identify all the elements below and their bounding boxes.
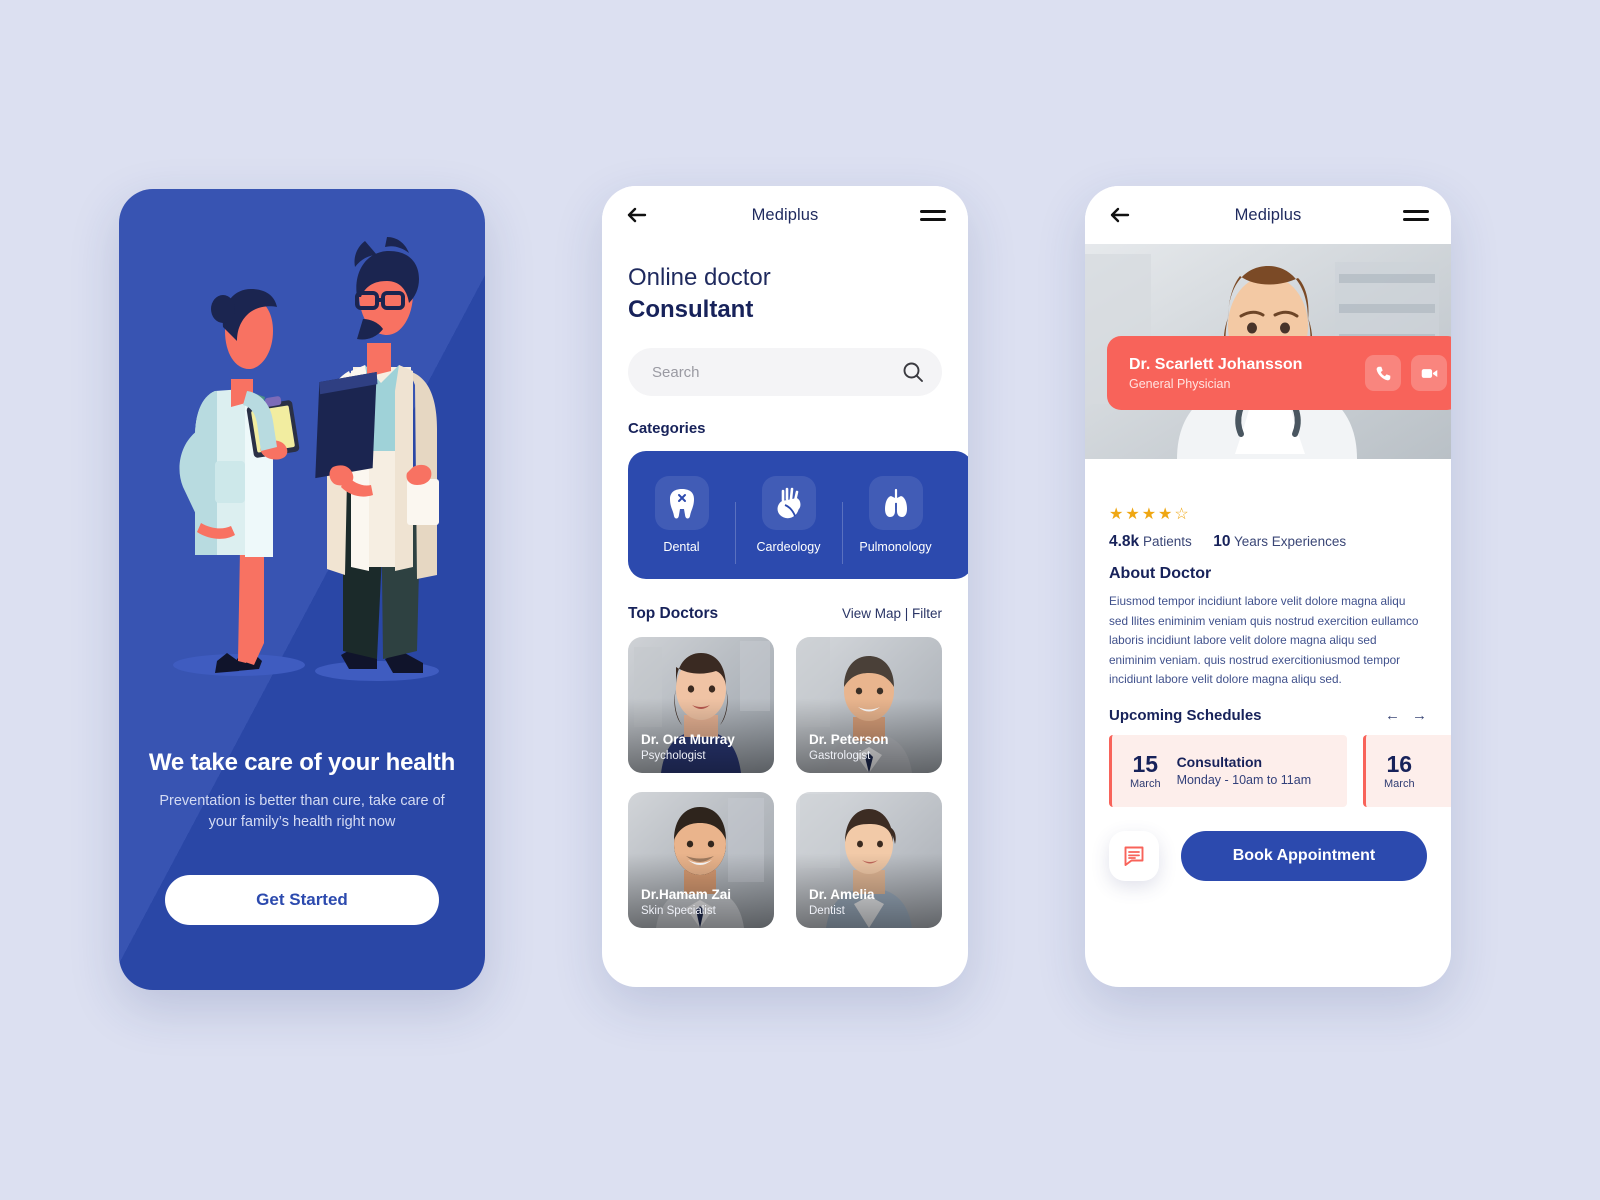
schedule-day: 16 bbox=[1386, 750, 1413, 777]
category-label: Cardeology bbox=[756, 540, 821, 554]
phone-icon bbox=[1376, 366, 1390, 380]
top-doctors-header: Top Doctors View Map | Filter bbox=[628, 605, 942, 623]
doctor-name: Dr.Hamam Zai bbox=[641, 887, 732, 902]
top-doctors-title: Top Doctors bbox=[628, 605, 719, 622]
schedule-date: 15 March bbox=[1130, 752, 1161, 790]
doctor-stats: 4.8k Patients 10 Years Experiences bbox=[1109, 533, 1427, 551]
hamburger-icon[interactable] bbox=[1403, 205, 1429, 226]
doctor-role: Skin Specialist bbox=[641, 905, 716, 917]
search-bar[interactable] bbox=[628, 348, 942, 396]
schedule-card[interactable]: 15 March Consultation Monday - 10am to 1… bbox=[1109, 734, 1347, 807]
category-dental[interactable]: Dental bbox=[628, 476, 735, 554]
star-filled: ★ bbox=[1141, 506, 1157, 523]
doctor-detail-screen: Mediplus Dr. Scarlett Johansson General … bbox=[1085, 186, 1451, 987]
doctor-grid: Dr. Ora Murray Psychologist Dr. Peterson… bbox=[628, 637, 942, 928]
rating-stars: ★ ★ ★ ★ ☆ bbox=[1109, 507, 1427, 523]
app-title: Mediplus bbox=[1234, 205, 1302, 224]
chat-button[interactable] bbox=[1109, 830, 1159, 881]
star-filled: ★ bbox=[1125, 506, 1140, 523]
schedule-time: Monday - 10am to 11am bbox=[1176, 773, 1312, 787]
doctor-name: Dr. Ora Murray bbox=[641, 732, 735, 747]
doctor-card[interactable]: Dr. Ora Murray Psychologist bbox=[628, 637, 774, 773]
schedule-details: Consultation Monday - 10am to 11am bbox=[1177, 754, 1312, 787]
detail-content: ★ ★ ★ ★ ☆ 4.8k Patients 10 Years Experie… bbox=[1085, 459, 1451, 881]
doctor-info: Dr. Amelia Dentist bbox=[809, 887, 875, 917]
get-started-button[interactable]: Get Started bbox=[165, 875, 439, 925]
about-doctor-title: About Doctor bbox=[1109, 565, 1212, 582]
schedule-day: 15 bbox=[1132, 750, 1159, 777]
search-icon[interactable] bbox=[902, 361, 924, 383]
doctor-role: Gastrologist bbox=[809, 750, 871, 762]
schedules-header: Upcoming Schedules ← → bbox=[1109, 707, 1427, 724]
arrow-left-icon[interactable] bbox=[1107, 202, 1133, 228]
category-label: Dental bbox=[663, 540, 700, 554]
categories-title: Categories bbox=[628, 420, 706, 437]
upcoming-schedules-title: Upcoming Schedules bbox=[1109, 706, 1262, 724]
doctors-illustration bbox=[119, 231, 485, 701]
arrow-left-icon[interactable] bbox=[624, 202, 650, 228]
about-doctor-text: Eiusmod tempor incidiunt labore velit do… bbox=[1109, 594, 1419, 686]
hamburger-icon[interactable] bbox=[920, 205, 946, 226]
years-count: 10 bbox=[1213, 533, 1231, 550]
canvas: We take care of your health Preventation… bbox=[0, 0, 1600, 1200]
view-map-filter-link[interactable]: View Map | Filter bbox=[842, 606, 942, 621]
video-call-button[interactable] bbox=[1411, 355, 1447, 391]
categories-carousel[interactable]: Dental Cardeology Pulmonology bbox=[628, 451, 968, 579]
doctor-role: Psychologist bbox=[641, 750, 706, 762]
schedule-card[interactable]: 16 March bbox=[1363, 734, 1451, 807]
call-button[interactable] bbox=[1365, 355, 1401, 391]
list-content: Online doctor Consultant Categories bbox=[602, 244, 968, 987]
search-input[interactable] bbox=[652, 363, 902, 381]
page-title: We take care of your health bbox=[148, 749, 456, 776]
heading-line-2: Consultant bbox=[628, 296, 754, 323]
doctor-role: Dentist bbox=[809, 905, 845, 917]
doctor-specialty: General Physician bbox=[1129, 376, 1231, 391]
doctor-card[interactable]: Dr. Amelia Dentist bbox=[796, 792, 942, 928]
category-label: Pulmonology bbox=[859, 540, 932, 554]
schedule-next-arrow-icon[interactable]: → bbox=[1412, 707, 1427, 724]
list-topbar: Mediplus bbox=[602, 186, 968, 244]
schedule-month: March bbox=[1384, 777, 1415, 790]
app-title: Mediplus bbox=[751, 205, 819, 224]
video-camera-icon bbox=[1421, 368, 1437, 378]
category-pulmonology[interactable]: Pulmonology bbox=[842, 476, 949, 564]
detail-topbar: Mediplus bbox=[1085, 186, 1451, 244]
onboarding-subtext: Preventation is better than cure, take c… bbox=[159, 793, 445, 830]
onboarding-screen: We take care of your health Preventation… bbox=[119, 189, 485, 990]
doctor-info: Dr.Hamam Zai Skin Specialist bbox=[641, 887, 731, 917]
category-cardeology[interactable]: Cardeology bbox=[735, 476, 842, 564]
doctor-info: Dr. Ora Murray Psychologist bbox=[641, 732, 735, 762]
schedule-event: Consultation bbox=[1176, 754, 1263, 770]
chat-bubble-icon bbox=[1124, 846, 1144, 866]
doctor-card[interactable]: Dr. Peterson Gastrologist bbox=[796, 637, 942, 773]
book-appointment-button[interactable]: Book Appointment bbox=[1181, 830, 1427, 881]
onboarding-copy: We take care of your health Preventation… bbox=[119, 749, 485, 833]
heading-line-1: Online doctor bbox=[628, 264, 771, 291]
patients-label: Patients bbox=[1142, 534, 1192, 549]
years-label: Years Experiences bbox=[1234, 534, 1347, 549]
heart-organ-icon bbox=[761, 476, 816, 530]
patients-count: 4.8k bbox=[1109, 533, 1140, 550]
schedule-date: 16 March bbox=[1384, 752, 1415, 790]
tooth-icon bbox=[654, 476, 709, 530]
detail-actions: Book Appointment bbox=[1109, 830, 1427, 881]
schedule-prev-arrow-icon[interactable]: ← bbox=[1385, 707, 1400, 724]
schedule-nav: ← → bbox=[1385, 707, 1427, 724]
schedule-month: March bbox=[1130, 777, 1161, 790]
doctor-name-card: Dr. Scarlett Johansson General Physician bbox=[1107, 336, 1451, 410]
schedules-carousel: 15 March Consultation Monday - 10am to 1… bbox=[1109, 734, 1451, 807]
doctor-name: Dr. Scarlett Johansson bbox=[1129, 355, 1303, 373]
doctor-name: Dr. Amelia bbox=[809, 887, 875, 902]
doctor-info: Dr. Peterson Gastrologist bbox=[809, 732, 889, 762]
star-filled: ★ bbox=[1158, 506, 1173, 523]
star-filled: ★ bbox=[1109, 506, 1124, 523]
doctor-card[interactable]: Dr.Hamam Zai Skin Specialist bbox=[628, 792, 774, 928]
doctor-identity: Dr. Scarlett Johansson General Physician bbox=[1129, 356, 1355, 391]
doctor-name: Dr. Peterson bbox=[809, 732, 889, 747]
lungs-icon bbox=[868, 476, 923, 530]
doctor-list-screen: Mediplus Online doctor Consultant Catego… bbox=[602, 186, 968, 987]
star-empty: ☆ bbox=[1174, 506, 1189, 523]
